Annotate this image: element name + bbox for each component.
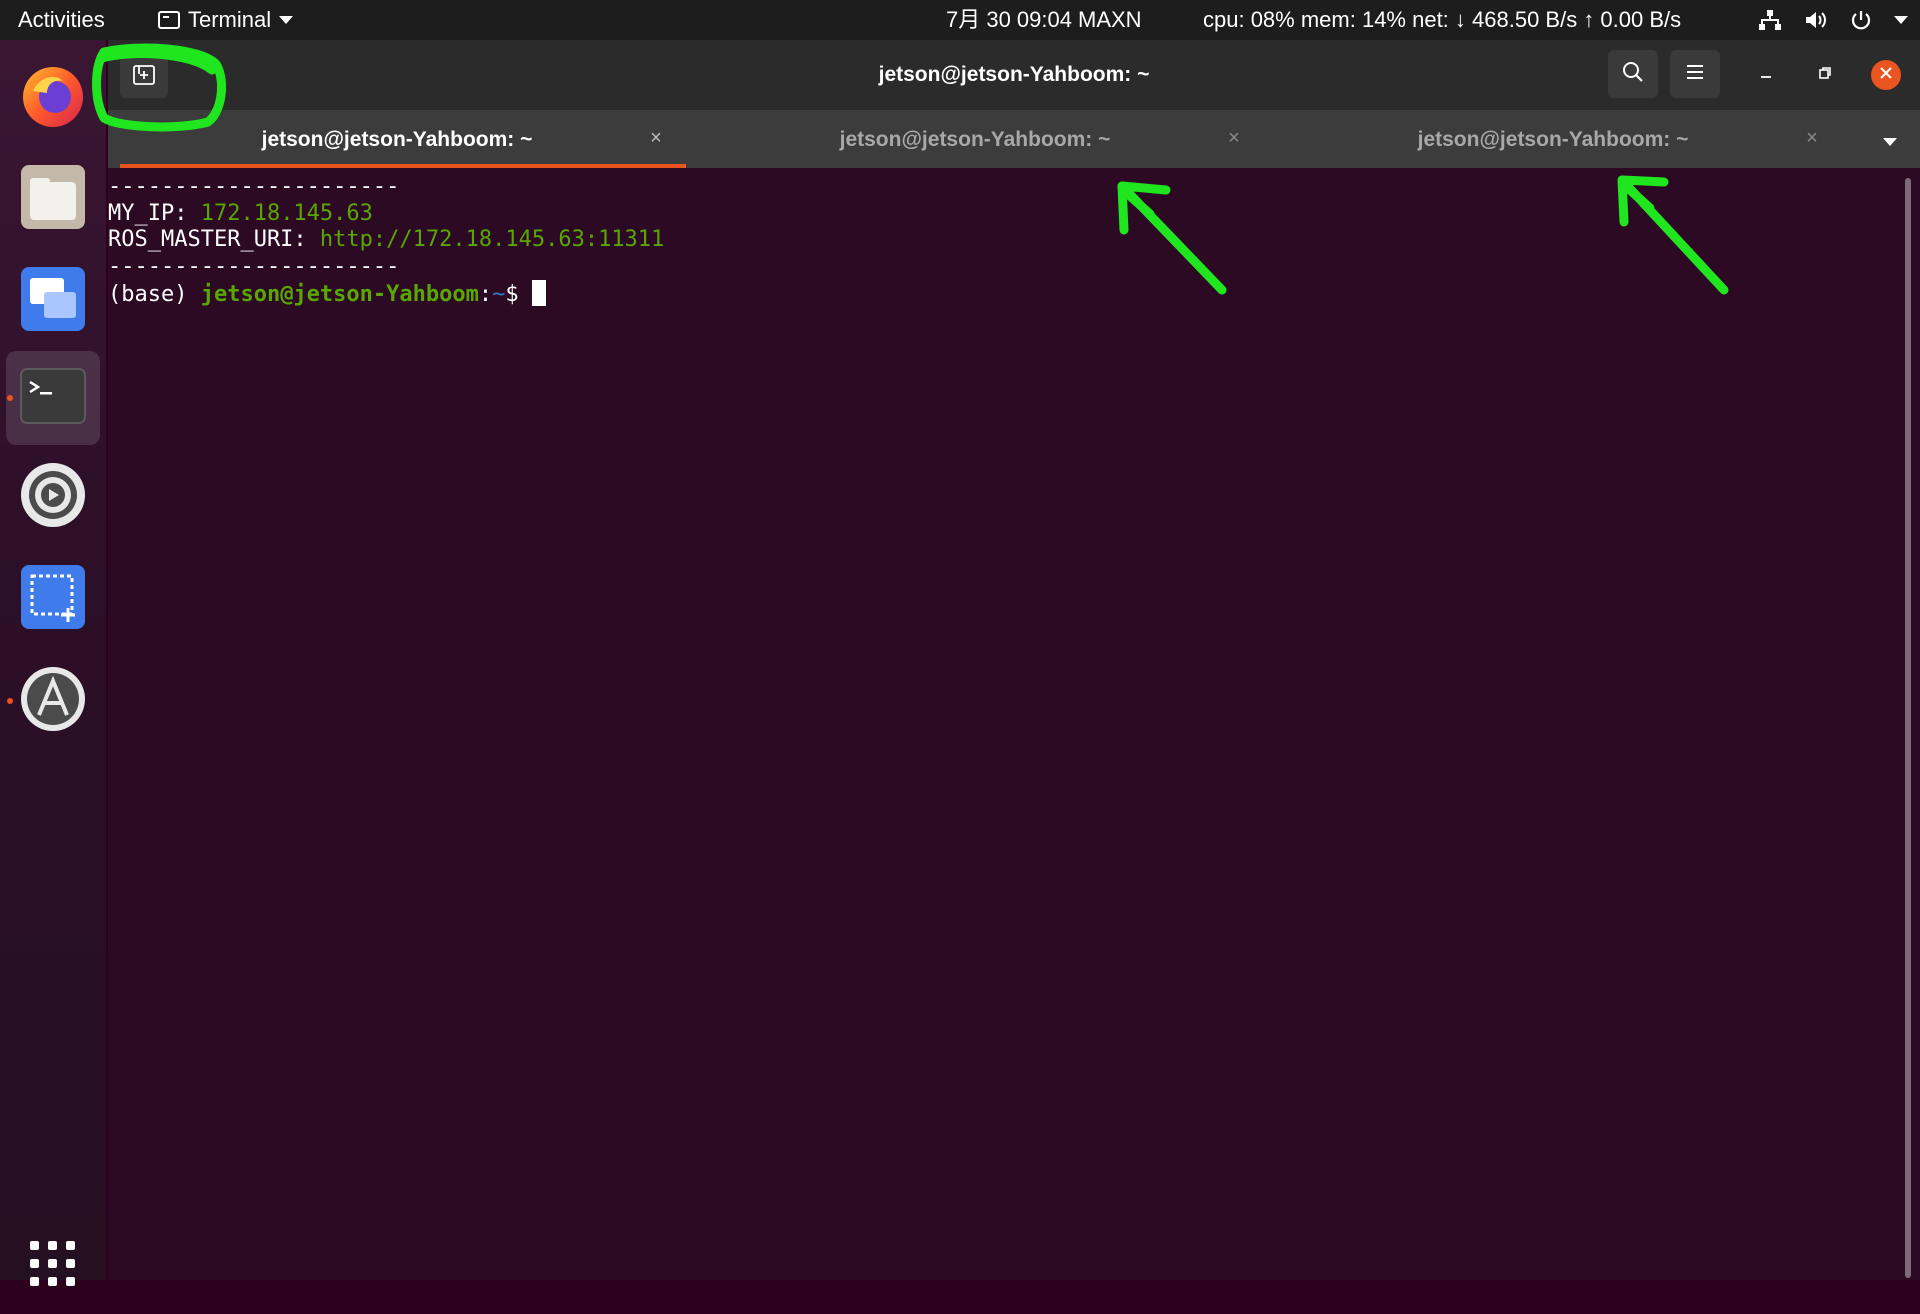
ip-value: 172.18.145.63 [200, 200, 373, 226]
terminal-output: ---------------------- MY_IP: 172.18.145… [108, 174, 664, 309]
dock-software-updater[interactable] [6, 654, 100, 748]
prompt-symbol: $ [505, 282, 532, 307]
activities-button[interactable]: Activities [18, 0, 105, 40]
files-icon [20, 164, 86, 235]
software-updater-icon [19, 665, 87, 738]
scrollbar[interactable] [1905, 178, 1911, 1278]
network-icon[interactable] [1758, 9, 1782, 31]
close-button[interactable] [1871, 60, 1901, 90]
running-indicator [7, 395, 13, 401]
volume-icon[interactable] [1804, 9, 1828, 31]
dock-show-apps[interactable] [6, 1218, 100, 1314]
prompt-colon: : [478, 282, 493, 307]
prompt-user-host: jetson@jetson-Yahboom [200, 282, 479, 307]
remote-desktop-icon [20, 266, 86, 337]
chevron-down-icon [1883, 138, 1897, 146]
tab-close-icon[interactable]: × [1224, 128, 1244, 148]
tab-2[interactable]: jetson@jetson-Yahboom: ~ × [686, 110, 1264, 168]
tab-1[interactable]: jetson@jetson-Yahboom: ~ × [108, 110, 686, 168]
dock-terminal[interactable] [6, 351, 100, 445]
dock [0, 40, 106, 1286]
restore-icon [1818, 66, 1832, 85]
firefox-icon [19, 61, 87, 134]
header-bar: jetson@jetson-Yahboom: ~ [108, 40, 1920, 110]
top-bar: Activities Terminal 7月 30 09:04 MAXN cpu… [0, 0, 1920, 40]
show-apps-icon [30, 1240, 76, 1292]
tab-close-icon[interactable]: × [646, 128, 666, 148]
tab-list-button[interactable] [1878, 130, 1902, 154]
running-indicator [7, 698, 13, 704]
prompt-path: ~ [492, 282, 506, 307]
terminal-view[interactable]: ---------------------- MY_IP: 172.18.145… [108, 168, 1920, 1280]
text-cursor [531, 280, 546, 306]
power-icon[interactable] [1850, 9, 1872, 31]
dock-settings[interactable] [6, 450, 100, 544]
tab-bar: jetson@jetson-Yahboom: ~ × jetson@jetson… [108, 110, 1920, 168]
dock-files[interactable] [6, 152, 100, 246]
ip-label: MY_IP: [108, 200, 201, 226]
minimize-button[interactable] [1751, 60, 1781, 90]
search-button[interactable] [1608, 50, 1658, 98]
tab-close-icon[interactable]: × [1802, 128, 1822, 148]
ros-master-label: ROS_MASTER_URI: [108, 227, 320, 252]
dock-remote-desktop[interactable] [6, 254, 100, 348]
tab-label: jetson@jetson-Yahboom: ~ [839, 128, 1111, 151]
dock-firefox[interactable] [6, 50, 100, 144]
system-monitor-indicator[interactable]: cpu: 08% mem: 14% net: ↓ 468.50 B/s ↑ 0.… [1203, 0, 1681, 40]
power-mode-indicator[interactable]: MAXN [1078, 0, 1142, 40]
maximize-button[interactable] [1810, 60, 1840, 90]
minimize-icon [1759, 66, 1773, 85]
terminal-icon [20, 367, 86, 429]
close-icon [1879, 66, 1893, 85]
hamburger-menu-icon [1686, 64, 1704, 85]
conda-env: (base) [108, 282, 201, 307]
menu-button[interactable] [1670, 50, 1720, 98]
ros-master-value: http://172.18.145.63:11311 [319, 227, 665, 252]
app-menu[interactable]: Terminal [158, 0, 294, 40]
clock[interactable]: 7月 30 09:04 [946, 0, 1072, 40]
chevron-down-icon [279, 16, 294, 24]
separator-line: ---------------------- [108, 253, 400, 279]
terminal-icon [158, 11, 180, 29]
system-tray[interactable] [1758, 0, 1908, 40]
tab-label: jetson@jetson-Yahboom: ~ [1417, 128, 1689, 151]
chevron-down-icon[interactable] [1894, 16, 1908, 24]
dock-screenshot[interactable] [6, 552, 100, 646]
app-menu-label: Terminal [188, 7, 272, 32]
tab-label: jetson@jetson-Yahboom: ~ [261, 128, 533, 151]
separator-line: ---------------------- [108, 174, 400, 199]
screenshot-icon [20, 564, 86, 635]
terminal-window: jetson@jetson-Yahboom: ~ jetson@jetson-Y… [108, 40, 1920, 1280]
tab-3[interactable]: jetson@jetson-Yahboom: ~ × [1264, 110, 1842, 168]
search-icon [1622, 61, 1644, 88]
settings-icon [19, 461, 87, 534]
